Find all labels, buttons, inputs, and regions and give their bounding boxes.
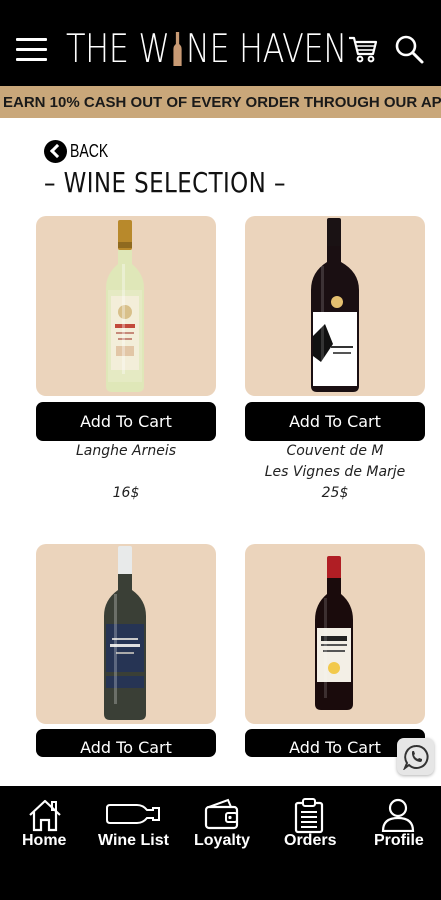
wine-bottle-icon	[106, 804, 160, 824]
wine-bottle-image	[315, 556, 353, 710]
back-button[interactable]: BACK	[44, 139, 119, 163]
add-to-cart-button[interactable]: Add To Cart	[36, 729, 216, 757]
product-image[interactable]	[36, 216, 216, 396]
add-to-cart-button[interactable]: Add To Cart	[245, 402, 425, 441]
product-name-line: Langhe Arneis	[75, 443, 177, 459]
nav-item-profile[interactable]: Profile	[373, 786, 424, 861]
search-icon[interactable]	[393, 33, 425, 65]
product-price: 16$	[112, 485, 140, 501]
nav-item-home[interactable]: Home	[18, 786, 74, 861]
app-header: THE W NE HAVEN	[0, 0, 441, 86]
promo-text: EARN 10% CASH OUT OF EVERY ORDER THROUGH…	[3, 94, 441, 111]
wallet-icon	[204, 798, 239, 830]
cart-icon[interactable]	[347, 33, 379, 65]
add-to-cart-button[interactable]: Add To Cart	[36, 402, 216, 441]
product-image[interactable]	[245, 544, 425, 724]
back-arrow-icon	[44, 139, 67, 163]
product-name: Langhe Arneis	[36, 441, 216, 462]
wine-bottle-image	[106, 220, 144, 392]
wine-bottle-image	[311, 218, 359, 392]
page-title: – WINE SELECTION –	[44, 166, 286, 199]
nav-label: Wine List	[98, 832, 169, 849]
app-logo: THE W NE HAVEN	[66, 26, 347, 72]
menu-icon[interactable]	[16, 38, 47, 62]
back-label: BACK	[70, 140, 109, 161]
nav-label: Profile	[374, 832, 424, 849]
clipboard-icon	[294, 798, 324, 834]
user-icon	[381, 798, 415, 832]
bottom-navigation: Home Wine List Loyalty Orders Profile	[0, 786, 441, 900]
product-image[interactable]	[36, 544, 216, 724]
product-price: 25$	[321, 485, 349, 501]
promo-banner: EARN 10% CASH OUT OF EVERY ORDER THROUGH…	[0, 86, 441, 118]
nav-item-loyalty[interactable]: Loyalty	[194, 786, 252, 861]
product-name: Couvent de M Les Vignes de Marje	[245, 441, 425, 483]
nav-label: Loyalty	[194, 832, 251, 849]
nav-label: Orders	[284, 832, 337, 849]
whatsapp-icon	[402, 744, 428, 770]
home-icon	[29, 799, 61, 832]
nav-label: Home	[22, 832, 67, 849]
whatsapp-button[interactable]	[397, 738, 434, 775]
wine-bottle-logo-icon	[173, 32, 182, 66]
wine-bottle-image	[104, 546, 146, 720]
product-name-line: Les Vignes de Marje	[264, 464, 406, 480]
product-name-line: Couvent de M	[286, 443, 384, 459]
product-image[interactable]	[245, 216, 425, 396]
nav-item-orders[interactable]: Orders	[284, 786, 336, 861]
nav-item-wine-list[interactable]: Wine List	[97, 786, 169, 861]
